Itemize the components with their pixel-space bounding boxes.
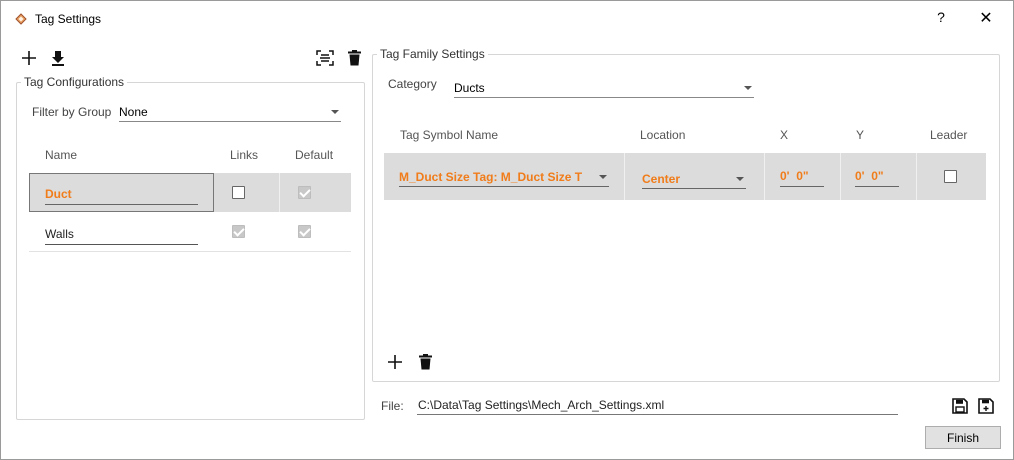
- chevron-down-icon: [744, 86, 752, 90]
- file-label: File:: [381, 399, 404, 413]
- row-divider: [29, 251, 351, 252]
- default-checkbox-duct[interactable]: [298, 186, 311, 199]
- configuration-name-field-walls[interactable]: Walls: [45, 227, 198, 245]
- cell-separator: [916, 153, 917, 200]
- x-offset-field[interactable]: 0' 0": [780, 169, 824, 187]
- y-offset-field[interactable]: 0' 0": [855, 169, 899, 187]
- tag-symbol-dropdown[interactable]: M_Duct Size Tag: M_Duct Size T: [399, 167, 609, 187]
- column-header-x: X: [780, 128, 789, 142]
- category-value: Ducts: [454, 81, 485, 95]
- trash-icon: [418, 354, 432, 370]
- add-tag-family-button[interactable]: [386, 353, 404, 371]
- column-header-location: Location: [640, 128, 686, 142]
- window-title: Tag Settings: [35, 12, 102, 26]
- column-header-tag-symbol-name: Tag Symbol Name: [400, 128, 499, 142]
- delete-configuration-button[interactable]: [346, 49, 362, 67]
- category-dropdown[interactable]: Ducts: [454, 78, 754, 98]
- save-as-icon: [978, 398, 994, 414]
- links-checkbox-duct[interactable]: [232, 186, 245, 199]
- file-path-input[interactable]: [417, 396, 898, 415]
- leader-checkbox[interactable]: [944, 170, 957, 183]
- close-button[interactable]: ✕: [971, 8, 1001, 28]
- chevron-down-icon: [599, 175, 607, 179]
- filter-by-group-label: Filter by Group: [32, 105, 112, 119]
- location-value: Center: [642, 172, 681, 186]
- filter-by-group-dropdown[interactable]: None: [119, 102, 341, 122]
- links-checkbox-walls[interactable]: [232, 225, 245, 238]
- plus-icon: [22, 51, 36, 65]
- category-label: Category: [388, 77, 437, 91]
- column-header-y: Y: [856, 128, 865, 142]
- filter-by-group-value: None: [119, 105, 148, 119]
- configuration-name-field-duct[interactable]: Duct: [45, 187, 198, 205]
- save-as-button[interactable]: [977, 397, 995, 415]
- cell-separator: [624, 153, 625, 200]
- finish-button[interactable]: Finish: [925, 426, 1001, 449]
- delete-tag-family-button[interactable]: [417, 353, 433, 371]
- tag-configurations-legend: Tag Configurations: [24, 75, 125, 89]
- tag-symbol-value: M_Duct Size Tag: M_Duct Size T: [399, 170, 583, 184]
- column-header-name: Name: [45, 148, 78, 162]
- save-icon: [952, 398, 968, 414]
- chevron-down-icon: [736, 177, 744, 181]
- column-header-leader: Leader: [930, 128, 968, 142]
- tag-family-settings-legend: Tag Family Settings: [380, 47, 485, 61]
- cell-separator: [764, 153, 765, 200]
- import-configuration-button[interactable]: [50, 49, 66, 67]
- save-button[interactable]: [951, 397, 969, 415]
- cell-separator: [279, 173, 280, 212]
- help-button[interactable]: ?: [929, 9, 953, 29]
- scan-configuration-button[interactable]: [315, 49, 335, 67]
- scan-icon: [316, 50, 334, 66]
- location-dropdown[interactable]: Center: [642, 169, 746, 189]
- tag-settings-window: Tag Settings ? ✕ Tag Configurations Filt…: [0, 0, 1014, 460]
- chevron-down-icon: [331, 110, 339, 114]
- default-checkbox-walls[interactable]: [298, 225, 311, 238]
- column-header-default: Default: [295, 148, 334, 162]
- cell-separator: [840, 153, 841, 200]
- trash-icon: [347, 50, 361, 66]
- app-logo-icon: [15, 13, 27, 25]
- column-header-links: Links: [230, 148, 259, 162]
- title-bar: Tag Settings ? ✕: [1, 1, 1013, 37]
- download-icon: [52, 51, 64, 66]
- add-configuration-button[interactable]: [20, 49, 38, 67]
- plus-icon: [388, 355, 402, 369]
